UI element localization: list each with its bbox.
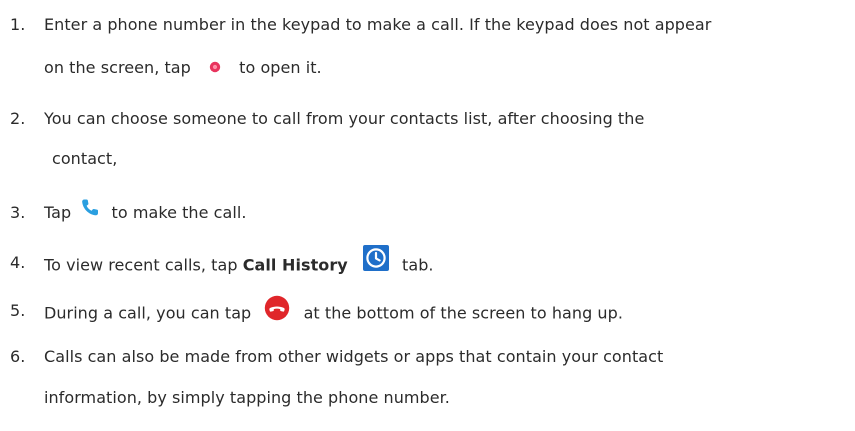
- step-text: Enter a phone number in the keypad to ma…: [44, 15, 712, 34]
- call-history-label: Call History: [242, 255, 348, 275]
- step-number: 6.: [10, 347, 26, 366]
- step-number: 2.: [10, 109, 26, 128]
- phone-handset-icon: [80, 198, 100, 218]
- step-text: During a call, you can tap at the bottom…: [44, 295, 623, 327]
- step-text-after-icon: to make the call.: [111, 203, 247, 222]
- step-text-before-icon: Tap: [44, 203, 72, 222]
- step-number: 1.: [10, 15, 26, 34]
- step-text-continued: contact,: [52, 149, 118, 168]
- step-text-continued: on the screen, tap to open it.: [44, 58, 322, 79]
- step-text: To view recent calls, tap Call History t…: [44, 245, 434, 279]
- step-text-before-bold: To view recent calls, tap: [44, 255, 238, 275]
- step-number: 4.: [10, 253, 26, 272]
- step-text-after-icon: at the bottom of the screen to hang up.: [303, 303, 623, 323]
- step-text-before-icon: on the screen, tap: [44, 58, 191, 77]
- step-text: Calls can also be made from other widget…: [44, 347, 664, 366]
- step-number: 3.: [10, 203, 26, 222]
- instruction-document: 1. Enter a phone number in the keypad to…: [0, 0, 855, 431]
- step-text-before-icon: During a call, you can tap: [44, 303, 252, 323]
- keypad-dot-icon: [204, 57, 226, 77]
- step-text: You can choose someone to call from your…: [44, 109, 645, 128]
- end-call-icon: [264, 295, 290, 321]
- step-number: 5.: [10, 301, 26, 320]
- clock-icon: [362, 245, 389, 271]
- step-text: Tap to make the call.: [44, 199, 247, 224]
- step-text-after-icon: tab.: [402, 255, 434, 275]
- step-text-continued: information, by simply tapping the phone…: [44, 388, 450, 407]
- step-text-after-icon: to open it.: [239, 58, 322, 77]
